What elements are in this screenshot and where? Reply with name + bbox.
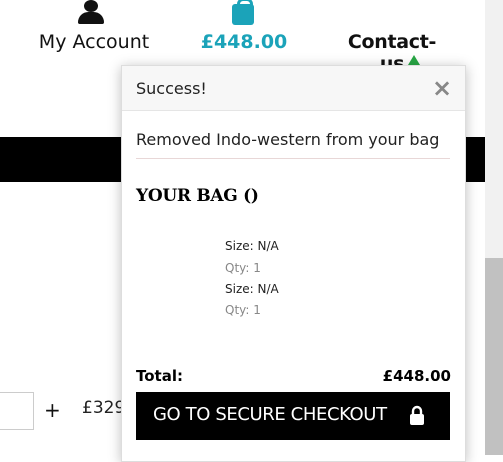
popup-title: Success! bbox=[136, 79, 207, 98]
popup-pointer-arrow bbox=[408, 55, 420, 65]
checkout-button-label: GO TO SECURE CHECKOUT bbox=[153, 404, 387, 425]
scrollbar-thumb[interactable] bbox=[485, 258, 503, 455]
bag-item-size: Size: N/A bbox=[225, 239, 279, 253]
lock-icon bbox=[410, 405, 424, 425]
quantity-input[interactable] bbox=[0, 392, 34, 430]
product-price: £329 bbox=[82, 398, 126, 418]
bag-success-popup: Success! × Removed Indo-western from you… bbox=[121, 65, 466, 462]
bag-item-qty: Qty: 1 bbox=[225, 261, 261, 275]
nav-shopping-bag[interactable]: £448.00 bbox=[196, 0, 292, 53]
popup-header: Success! × bbox=[122, 66, 465, 111]
bag-item-size: Size: N/A bbox=[225, 282, 279, 296]
nav-contact-us[interactable]: Contact-us bbox=[336, 0, 448, 75]
nav-my-account[interactable]: My Account bbox=[38, 0, 150, 53]
quantity-increment-button[interactable]: + bbox=[44, 398, 61, 422]
nav-bag-total: £448.00 bbox=[200, 31, 288, 53]
bag-total-value: £448.00 bbox=[382, 367, 451, 385]
secure-checkout-button[interactable]: GO TO SECURE CHECKOUT bbox=[136, 392, 450, 440]
divider bbox=[136, 158, 450, 159]
bag-heading: YOUR BAG () bbox=[136, 186, 259, 206]
bag-total-label: Total: bbox=[136, 367, 183, 385]
close-icon[interactable]: × bbox=[432, 74, 452, 102]
nav-my-account-label: My Account bbox=[38, 31, 150, 53]
bag-item-qty: Qty: 1 bbox=[225, 303, 261, 317]
popup-message: Removed Indo-western from your bag bbox=[136, 130, 440, 149]
shopping-bag-icon bbox=[196, 0, 292, 31]
user-icon bbox=[38, 0, 150, 31]
